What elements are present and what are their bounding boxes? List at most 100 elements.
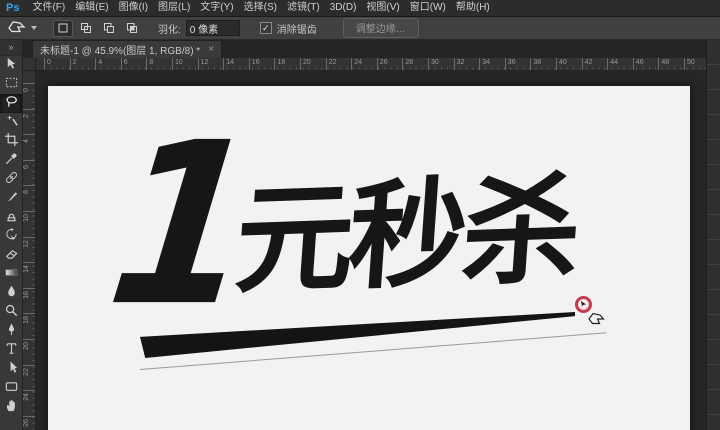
v-ruler-mark: 14 xyxy=(23,262,36,270)
type-tool[interactable] xyxy=(0,341,22,360)
shape-tool-icon xyxy=(4,379,19,399)
eyedropper-tool[interactable] xyxy=(0,151,22,170)
eraser-tool-icon xyxy=(4,246,19,266)
pasteboard[interactable]: 1 元秒杀 xyxy=(36,71,706,430)
h-ruler-mark: 46 xyxy=(633,58,644,71)
dodge-tool[interactable] xyxy=(0,303,22,322)
v-ruler-mark: 2 xyxy=(23,109,36,117)
refine-edge-button[interactable]: 调整边缘… xyxy=(343,18,419,38)
feather-input[interactable] xyxy=(186,20,240,36)
gradient-tool-icon xyxy=(4,265,19,285)
quick-selection-tool[interactable] xyxy=(0,113,22,132)
menu-item-5[interactable]: 文字(Y) xyxy=(195,2,238,13)
document-tab-title: 未标题-1 @ 45.9%(图层 1, RGB/8) * xyxy=(40,42,200,57)
hand-tool-icon xyxy=(4,398,19,418)
lasso-tool[interactable] xyxy=(0,94,22,113)
clone-stamp-tool[interactable] xyxy=(0,208,22,227)
history-brush-tool[interactable] xyxy=(0,227,22,246)
pen-tool[interactable] xyxy=(0,322,22,341)
antialias-label: 消除锯齿 xyxy=(277,21,317,36)
document-tab[interactable]: 未标题-1 @ 45.9%(图层 1, RGB/8) * × xyxy=(32,40,222,58)
menu-item-11[interactable]: 帮助(H) xyxy=(451,2,495,13)
artwork-characters: 元秒杀 xyxy=(231,162,581,309)
h-ruler-mark: 20 xyxy=(300,58,311,71)
h-ruler-mark: 2 xyxy=(70,58,77,71)
v-ruler-mark: 8 xyxy=(23,185,36,193)
blur-tool-icon xyxy=(4,284,19,304)
workspace: » 未标题-1 @ 45.9%(图层 1, RGB/8) * × 0246810… xyxy=(0,40,720,430)
eraser-tool[interactable] xyxy=(0,246,22,265)
tab-bar: 未标题-1 @ 45.9%(图层 1, RGB/8) * × xyxy=(23,40,706,58)
right-scrollbar[interactable] xyxy=(706,40,720,430)
horizontal-ruler[interactable]: 0246810121416182022242628303234363840424… xyxy=(36,58,706,71)
h-ruler-mark: 44 xyxy=(607,58,618,71)
h-ruler-mark: 16 xyxy=(249,58,260,71)
healing-brush-tool-icon xyxy=(4,170,19,190)
v-ruler-mark: 4 xyxy=(23,134,36,142)
h-ruler-mark: 40 xyxy=(556,58,567,71)
type-tool-icon xyxy=(4,341,19,361)
crop-tool[interactable] xyxy=(0,132,22,151)
h-ruler-mark: 22 xyxy=(326,58,337,71)
menu-item-8[interactable]: 3D(D) xyxy=(325,2,362,13)
menu-item-10[interactable]: 窗口(W) xyxy=(405,2,451,13)
menu-item-1[interactable]: 文件(F) xyxy=(27,2,70,13)
document-area: 未标题-1 @ 45.9%(图层 1, RGB/8) * × 024681012… xyxy=(23,40,706,430)
menu-item-7[interactable]: 滤镜(T) xyxy=(282,2,325,13)
menu-item-3[interactable]: 图像(I) xyxy=(114,2,153,13)
antialias-checkbox[interactable]: ✓ xyxy=(260,22,272,34)
h-ruler-mark: 24 xyxy=(351,58,362,71)
rectangular-marquee-tool[interactable] xyxy=(0,75,22,94)
subtract-from-selection-button[interactable] xyxy=(99,20,119,37)
h-ruler-mark: 26 xyxy=(377,58,388,71)
ruler-origin-box[interactable] xyxy=(23,58,36,71)
menu-item-2[interactable]: 编辑(E) xyxy=(70,2,113,13)
h-ruler-mark: 50 xyxy=(684,58,695,71)
move-tool[interactable] xyxy=(0,56,22,75)
v-ruler-mark: 16 xyxy=(23,288,36,296)
h-ruler-mark: 4 xyxy=(95,58,102,71)
shape-tool[interactable] xyxy=(0,379,22,398)
add-to-selection-button[interactable] xyxy=(76,20,96,37)
document-canvas[interactable]: 1 元秒杀 xyxy=(48,86,690,430)
v-ruler-mark: 26 xyxy=(23,416,36,424)
clone-stamp-tool-icon xyxy=(4,208,19,228)
h-ruler-mark: 30 xyxy=(428,58,439,71)
h-ruler-mark: 14 xyxy=(223,58,234,71)
intersect-selection-button[interactable] xyxy=(122,20,142,37)
history-brush-tool-icon xyxy=(4,227,19,247)
h-ruler-mark: 38 xyxy=(530,58,541,71)
close-icon[interactable]: × xyxy=(208,45,214,55)
menu-bar-items: 文件(F)编辑(E)图像(I)图层(L)文字(Y)选择(S)滤镜(T)3D(D)… xyxy=(27,0,494,16)
menu-item-4[interactable]: 图层(L) xyxy=(153,2,195,13)
checkmark-icon: ✓ xyxy=(262,24,270,33)
vertical-ruler[interactable]: 02468101214161820222426 xyxy=(23,71,36,430)
blur-tool[interactable] xyxy=(0,284,22,303)
v-ruler-mark: 20 xyxy=(23,339,36,347)
toolbar-collapse-button[interactable]: » xyxy=(0,40,22,56)
h-ruler-mark: 6 xyxy=(121,58,128,71)
brush-tool[interactable] xyxy=(0,189,22,208)
new-selection-button[interactable] xyxy=(53,20,73,37)
menu-item-9[interactable]: 视图(V) xyxy=(361,2,404,13)
h-ruler-mark: 28 xyxy=(402,58,413,71)
tool-bar: » xyxy=(0,40,23,430)
h-ruler-mark: 8 xyxy=(146,58,153,71)
photoshop-logo-icon: Ps xyxy=(0,2,27,14)
menu-item-6[interactable]: 选择(S) xyxy=(239,2,282,13)
v-ruler-mark: 22 xyxy=(23,365,36,373)
v-ruler-mark: 12 xyxy=(23,237,36,245)
h-ruler-mark: 42 xyxy=(582,58,593,71)
gradient-tool[interactable] xyxy=(0,265,22,284)
h-ruler-mark: 12 xyxy=(198,58,209,71)
hand-tool[interactable] xyxy=(0,398,22,417)
tool-preset-picker[interactable] xyxy=(0,19,41,37)
healing-brush-tool[interactable] xyxy=(0,170,22,189)
quick-selection-tool-icon xyxy=(4,113,19,133)
polygonal-lasso-cursor-icon xyxy=(588,311,606,331)
crop-tool-icon xyxy=(4,132,19,152)
h-ruler-mark: 0 xyxy=(44,58,51,71)
eyedropper-tool-icon xyxy=(4,151,19,171)
path-selection-tool[interactable] xyxy=(0,360,22,379)
h-ruler-mark: 10 xyxy=(172,58,183,71)
